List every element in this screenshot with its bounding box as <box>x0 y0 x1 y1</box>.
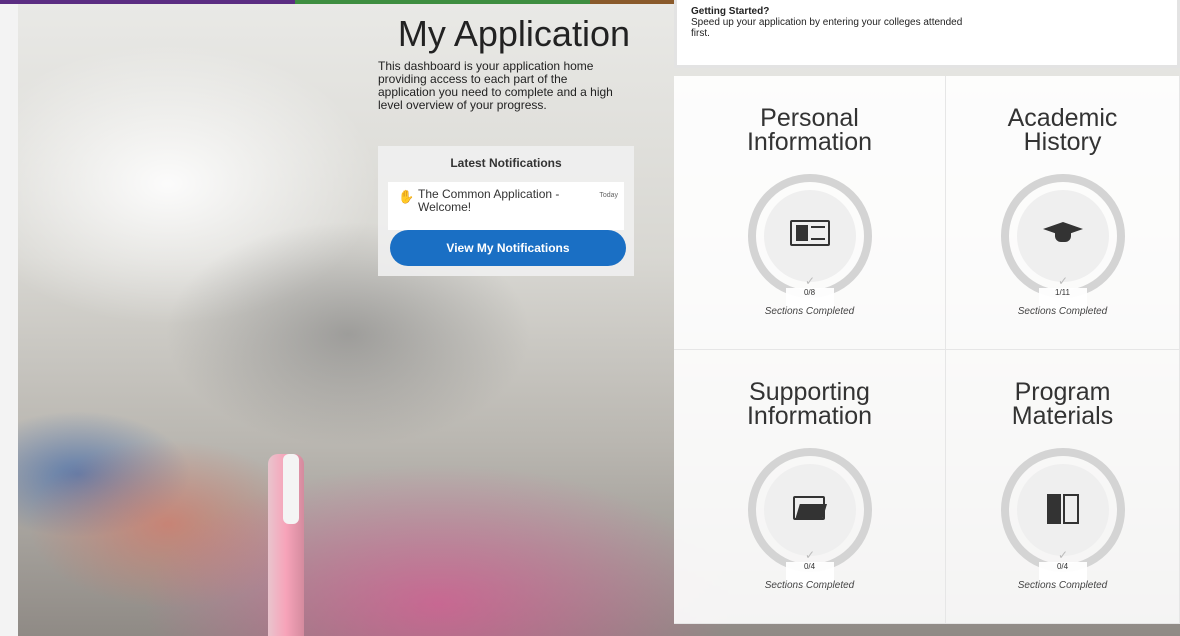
hand-wave-icon: ✋ <box>398 189 415 204</box>
getting-started-box: Getting Started? Speed up your applicati… <box>674 0 1180 68</box>
notifications-panel: Latest Notifications ✋ The Common Applic… <box>378 146 634 276</box>
card-title-line: Information <box>746 128 873 156</box>
notifications-heading: Latest Notifications <box>450 156 562 170</box>
id-card-icon <box>790 220 830 246</box>
card-title-line: History <box>1023 128 1102 156</box>
progress-ring: ✓ <box>1001 174 1125 298</box>
card-supporting-information[interactable]: Supporting Information ✓ 0/4 Sections Co… <box>674 350 946 624</box>
intro-description: This dashboard is your application home … <box>378 59 613 112</box>
progress-count: 0/8 <box>803 288 816 297</box>
card-title: Academic History <box>946 104 1179 156</box>
card-academic-history[interactable]: Academic History ✓ 1/11 Sections Complet… <box>946 76 1180 350</box>
intro-section: My Application This dashboard is your ap… <box>378 14 634 112</box>
left-gutter <box>0 4 18 636</box>
card-title: Program Materials <box>946 378 1179 430</box>
progress-ring: ✓ <box>1001 448 1125 572</box>
ring-inner: ✓ <box>764 464 856 562</box>
card-title-line: Program <box>1014 378 1111 406</box>
card-title-line: Personal <box>760 104 859 132</box>
card-title-line: Supporting <box>749 378 870 406</box>
ring-inner: ✓ <box>1017 190 1109 288</box>
page-title: My Application <box>397 13 630 54</box>
check-icon: ✓ <box>804 548 816 562</box>
sections-completed-label: Sections Completed <box>1017 306 1108 317</box>
getting-started-text: Speed up your application by entering yo… <box>691 17 963 39</box>
pen-clip-graphic <box>283 454 299 524</box>
card-title: Personal Information <box>674 104 945 156</box>
getting-started-title: Getting Started? <box>691 6 770 17</box>
ring-inner: ✓ <box>1017 464 1109 562</box>
graduation-cap-icon <box>1043 220 1083 246</box>
card-title: Supporting Information <box>674 378 945 430</box>
sections-completed-label: Sections Completed <box>764 306 855 317</box>
check-icon: ✓ <box>1057 274 1069 288</box>
check-icon: ✓ <box>804 274 816 288</box>
card-title-line: Information <box>746 402 873 430</box>
progress-ring: ✓ <box>748 448 872 572</box>
progress-count: 0/4 <box>1056 562 1069 571</box>
section-cards-grid: Personal Information ✓ 0/8 Sections Comp… <box>674 76 1180 624</box>
card-program-materials[interactable]: Program Materials ✓ 0/4 Sections Complet… <box>946 350 1180 624</box>
book-icon <box>1047 494 1079 524</box>
view-notifications-button[interactable]: View My Notifications <box>390 230 626 266</box>
progress-ring: ✓ <box>748 174 872 298</box>
progress-count: 0/4 <box>803 562 816 571</box>
ring-inner: ✓ <box>764 190 856 288</box>
progress-count: 1/11 <box>1055 288 1070 297</box>
notification-text: The Common Application - Welcome! <box>418 187 560 214</box>
notification-item[interactable]: ✋ The Common Application - Welcome! Toda… <box>388 182 624 230</box>
card-title-line: Academic <box>1007 104 1118 132</box>
notification-date: Today <box>599 192 618 199</box>
card-title-line: Materials <box>1011 402 1114 430</box>
sections-completed-label: Sections Completed <box>1017 580 1108 591</box>
card-personal-information[interactable]: Personal Information ✓ 0/8 Sections Comp… <box>674 76 946 350</box>
sections-completed-label: Sections Completed <box>764 580 855 591</box>
check-icon: ✓ <box>1057 548 1069 562</box>
folder-icon <box>793 494 827 520</box>
